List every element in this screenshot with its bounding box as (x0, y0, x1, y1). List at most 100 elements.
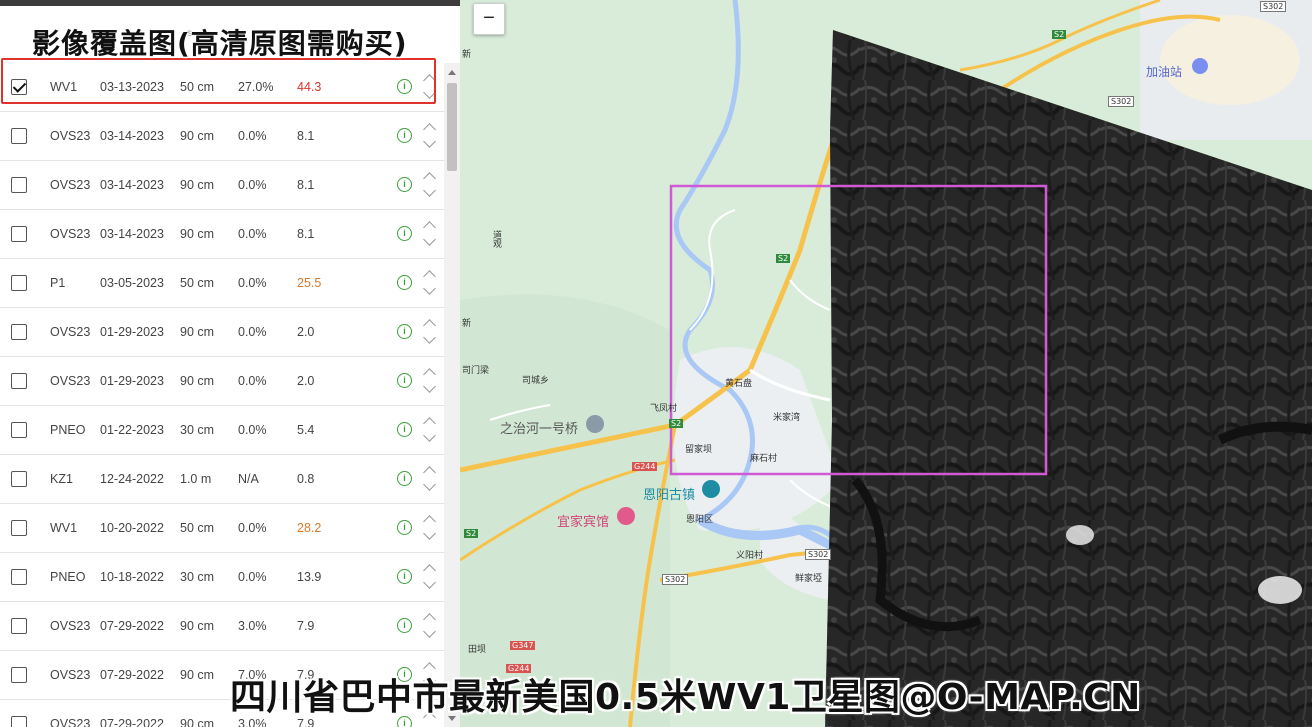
info-icon[interactable]: i (397, 520, 412, 535)
resolution-cell: 90 cm (180, 129, 215, 143)
resolution-cell: 90 cm (180, 717, 215, 727)
cloud-cell: 0.0% (238, 129, 267, 143)
shield-g347: G347 (510, 641, 536, 650)
chevron-down-icon[interactable] (423, 184, 436, 197)
info-icon[interactable]: i (397, 128, 412, 143)
table-row[interactable]: OVS23 07-29-2022 90 cm 3.0% 7.9 i (0, 602, 444, 651)
info-icon[interactable]: i (397, 275, 412, 290)
reorder-stepper[interactable] (423, 219, 436, 249)
overlay-title: 影像覆盖图(高清原图需购买) (32, 27, 408, 60)
cloud-cell: 0.0% (238, 227, 267, 241)
row-checkbox[interactable] (11, 471, 27, 487)
chevron-up-icon[interactable] (423, 613, 436, 626)
reorder-stepper[interactable] (423, 415, 436, 445)
chevron-up-icon[interactable] (423, 221, 436, 234)
info-icon[interactable]: i (397, 471, 412, 486)
scroll-up-icon[interactable] (448, 70, 456, 75)
chevron-down-icon[interactable] (423, 478, 436, 491)
table-row[interactable]: KZ1 12-24-2022 1.0 m N/A 0.8 i (0, 455, 444, 504)
row-checkbox[interactable] (11, 667, 27, 683)
info-icon[interactable]: i (397, 324, 412, 339)
map-canvas[interactable] (460, 0, 1312, 727)
row-checkbox[interactable] (11, 128, 27, 144)
info-icon[interactable]: i (397, 569, 412, 584)
angle-cell: 28.2 (297, 521, 322, 535)
table-row[interactable]: OVS23 03-14-2023 90 cm 0.0% 8.1 i (0, 210, 444, 259)
chevron-down-icon[interactable] (423, 576, 436, 589)
table-row[interactable]: WV1 10-20-2022 50 cm 0.0% 28.2 i (0, 504, 444, 553)
row-checkbox[interactable] (11, 177, 27, 193)
reorder-stepper[interactable] (423, 317, 436, 347)
cloud-cell: 0.0% (238, 570, 267, 584)
chevron-up-icon[interactable] (423, 515, 436, 528)
shield-s2-c: S2 (669, 419, 684, 428)
date-cell: 03-14-2023 (100, 178, 164, 192)
reorder-stepper[interactable] (423, 562, 436, 592)
row-checkbox[interactable] (11, 569, 27, 585)
date-cell: 07-29-2022 (100, 668, 164, 682)
shield-s302-d: S302 (662, 574, 689, 585)
chevron-up-icon[interactable] (423, 466, 436, 479)
angle-cell: 8.1 (297, 178, 315, 192)
resolution-cell: 50 cm (180, 276, 215, 290)
chevron-down-icon[interactable] (423, 429, 436, 442)
chevron-down-icon[interactable] (423, 282, 436, 295)
date-cell: 03-05-2023 (100, 276, 164, 290)
reorder-stepper[interactable] (423, 121, 436, 151)
table-row[interactable]: OVS23 01-29-2023 90 cm 0.0% 2.0 i (0, 357, 444, 406)
row-checkbox[interactable] (11, 618, 27, 634)
reorder-stepper[interactable] (423, 464, 436, 494)
chevron-up-icon[interactable] (423, 270, 436, 283)
reorder-stepper[interactable] (423, 611, 436, 641)
chevron-down-icon[interactable] (423, 527, 436, 540)
info-icon[interactable]: i (397, 373, 412, 388)
info-icon[interactable]: i (397, 618, 412, 633)
shield-s2-a: S2 (1052, 30, 1067, 39)
table-row[interactable]: P1 03-05-2023 50 cm 0.0% 25.5 i (0, 259, 444, 308)
chevron-down-icon[interactable] (423, 723, 436, 727)
row-checkbox[interactable] (11, 324, 27, 340)
row-checkbox[interactable] (11, 520, 27, 536)
sensor-cell: OVS23 (50, 374, 91, 388)
chevron-down-icon[interactable] (423, 625, 436, 638)
chevron-up-icon[interactable] (423, 417, 436, 430)
reorder-stepper[interactable] (423, 170, 436, 200)
info-icon[interactable]: i (397, 422, 412, 437)
table-row[interactable]: PNEO 10-18-2022 30 cm 0.0% 13.9 i (0, 553, 444, 602)
reorder-stepper[interactable] (423, 513, 436, 543)
chevron-up-icon[interactable] (423, 172, 436, 185)
table-row[interactable]: PNEO 01-22-2023 30 cm 0.0% 5.4 i (0, 406, 444, 455)
chevron-up-icon[interactable] (423, 319, 436, 332)
table-row[interactable]: OVS23 03-14-2023 90 cm 0.0% 8.1 i (0, 112, 444, 161)
chevron-down-icon[interactable] (423, 233, 436, 246)
shield-g244-a: G244 (632, 462, 658, 471)
chevron-up-icon[interactable] (423, 564, 436, 577)
date-cell: 01-22-2023 (100, 423, 164, 437)
reorder-stepper[interactable] (423, 366, 436, 396)
row-checkbox[interactable] (11, 716, 27, 727)
info-icon[interactable]: i (397, 177, 412, 192)
row-checkbox[interactable] (11, 373, 27, 389)
info-icon[interactable]: i (397, 226, 412, 241)
resolution-cell: 90 cm (180, 374, 215, 388)
table-row[interactable]: OVS23 01-29-2023 90 cm 0.0% 2.0 i (0, 308, 444, 357)
list-scrollbar[interactable] (444, 63, 460, 727)
chevron-down-icon[interactable] (423, 380, 436, 393)
panel-top-bar (0, 0, 460, 6)
row-checkbox[interactable] (11, 275, 27, 291)
chevron-down-icon[interactable] (423, 135, 436, 148)
date-cell: 07-29-2022 (100, 717, 164, 727)
scrollbar-thumb[interactable] (447, 83, 457, 171)
chevron-up-icon[interactable] (423, 368, 436, 381)
resolution-cell: 90 cm (180, 178, 215, 192)
row-checkbox[interactable] (11, 226, 27, 242)
row-checkbox[interactable] (11, 422, 27, 438)
chevron-up-icon[interactable] (423, 123, 436, 136)
zoom-out-button[interactable]: − (473, 3, 505, 35)
cloud-cell: 0.0% (238, 423, 267, 437)
chevron-down-icon[interactable] (423, 331, 436, 344)
reorder-stepper[interactable] (423, 268, 436, 298)
table-row[interactable]: OVS23 03-14-2023 90 cm 0.0% 8.1 i (0, 161, 444, 210)
label-dao: 道观 (491, 230, 501, 248)
map-view[interactable]: S302 S302 S302 S302 S2 S2 S2 S2 G244 G24… (460, 0, 1312, 727)
